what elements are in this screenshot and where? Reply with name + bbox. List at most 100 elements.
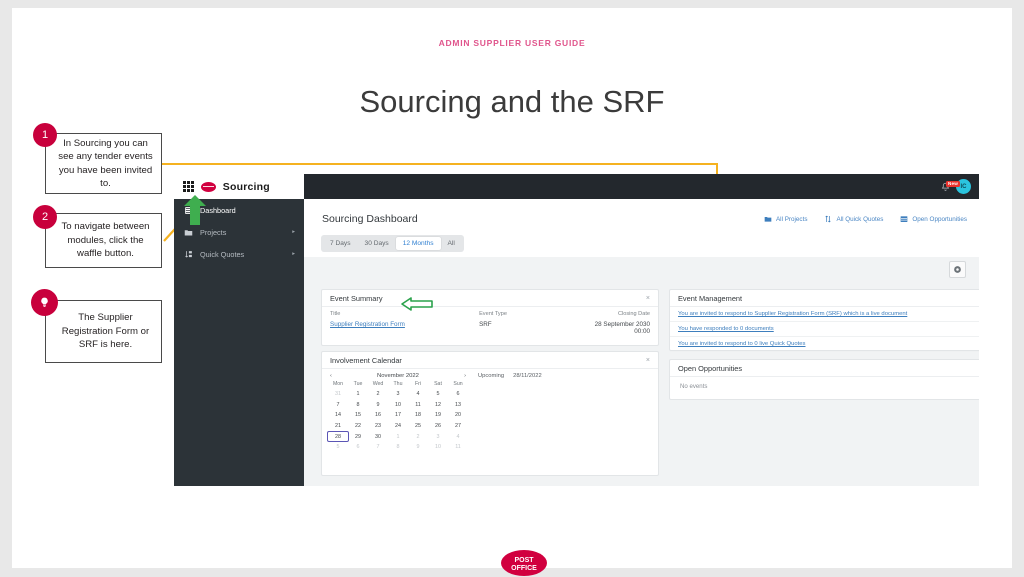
bell-icon[interactable]: New xyxy=(941,180,961,192)
calendar-day[interactable]: 10 xyxy=(388,401,408,410)
column-header-event-type: Event Type xyxy=(479,311,507,317)
calendar-day[interactable]: 8 xyxy=(388,443,408,452)
calendar-day[interactable]: 12 xyxy=(428,401,448,410)
calendar-day[interactable]: 27 xyxy=(448,422,468,431)
highlight-arrow-up-icon xyxy=(184,195,206,225)
calendar-day[interactable]: 17 xyxy=(388,411,408,420)
calendar-day[interactable]: 31 xyxy=(328,390,348,399)
calendar-next-button[interactable]: › xyxy=(464,373,466,379)
close-icon[interactable]: × xyxy=(646,295,650,302)
table-header-row: Title Event Type Closing Date xyxy=(322,307,658,319)
calendar-day[interactable]: 3 xyxy=(428,432,448,441)
calendar-day[interactable]: 1 xyxy=(348,390,368,399)
calendar-prev-button[interactable]: ‹ xyxy=(330,373,332,379)
calendar-day[interactable]: 2 xyxy=(368,390,388,399)
calendar-day-name: Tue xyxy=(353,381,363,387)
callout-box-1: In Sourcing you can see any tender event… xyxy=(45,133,162,194)
calendar-day[interactable]: 18 xyxy=(408,411,428,420)
calendar-day[interactable]: 2 xyxy=(408,432,428,441)
calendar-day-selected[interactable]: 28 xyxy=(327,431,349,442)
calendar-day[interactable]: 14 xyxy=(328,411,348,420)
list-item: You are invited to respond to Supplier R… xyxy=(670,307,979,322)
calendar-day[interactable]: 19 xyxy=(428,411,448,420)
waffle-icon[interactable] xyxy=(183,181,194,192)
calendar-month-label: November 2022 xyxy=(377,373,419,379)
event-type-value: SRF xyxy=(479,321,492,328)
close-icon[interactable]: × xyxy=(646,357,650,364)
calendar-day[interactable]: 13 xyxy=(448,401,468,410)
calendar-day[interactable]: 23 xyxy=(368,422,388,431)
calendar-day[interactable]: 21 xyxy=(328,422,348,431)
calendar-day-name: Fri xyxy=(414,381,422,387)
calendar-day[interactable]: 1 xyxy=(388,432,408,441)
calendar-day[interactable]: 5 xyxy=(428,390,448,399)
sidebar-item-quick-quotes[interactable]: Quick Quotes ▸ xyxy=(174,243,304,265)
upcoming-date: 28/11/2022 xyxy=(513,373,542,379)
calendar-day-name: Thu xyxy=(393,381,403,387)
svg-text:OFFICE: OFFICE xyxy=(511,565,537,572)
link-all-projects[interactable]: All Projects xyxy=(764,215,807,223)
card-header: Event Summary × xyxy=(322,290,658,307)
calendar-day[interactable]: 29 xyxy=(348,432,368,441)
sidebar-item-label: Projects xyxy=(200,227,227,237)
event-management-link[interactable]: You are invited to respond to 0 live Qui… xyxy=(678,341,806,347)
calendar-day[interactable]: 10 xyxy=(428,443,448,452)
dashboard-title: Sourcing Dashboard xyxy=(322,213,418,225)
app-content: Sourcing Dashboard 7 Days 30 Days 12 Mon… xyxy=(304,199,979,486)
calendar-day[interactable]: 15 xyxy=(348,411,368,420)
calendar-day[interactable]: 20 xyxy=(448,411,468,420)
gear-icon[interactable] xyxy=(949,261,966,278)
folder-icon xyxy=(764,215,772,223)
calendar-day[interactable]: 3 xyxy=(388,390,408,399)
list-item: You have responded to 0 documents xyxy=(670,322,979,337)
calendar-day[interactable]: 30 xyxy=(368,432,388,441)
upcoming-label: Upcoming xyxy=(478,373,505,379)
range-filter-7-days[interactable]: 7 Days xyxy=(323,237,358,250)
closing-date-value: 28 September 2030 00:00 xyxy=(594,321,650,335)
range-filter-all[interactable]: All xyxy=(441,237,462,250)
calendar-day[interactable]: 11 xyxy=(448,443,468,452)
calendar-day[interactable]: 8 xyxy=(348,401,368,410)
chevron-right-icon: ▸ xyxy=(292,251,295,257)
brand-label: Sourcing xyxy=(222,180,270,193)
link-open-opportunities[interactable]: Open Opportunities xyxy=(900,215,967,223)
application-screenshot: Sourcing New IC Dashboard Projects ▸ Qui… xyxy=(174,174,979,486)
calendar-upcoming: Upcoming 28/11/2022 xyxy=(468,373,542,452)
calendar-day[interactable]: 7 xyxy=(328,401,348,410)
link-all-quick-quotes[interactable]: All Quick Quotes xyxy=(824,215,883,223)
calendar-day[interactable]: 7 xyxy=(368,443,388,452)
calendar-day[interactable]: 4 xyxy=(408,390,428,399)
card-event-summary: Event Summary × Title Event Type Closing… xyxy=(321,289,659,346)
link-label: Open Opportunities xyxy=(912,215,967,223)
svg-text:POST: POST xyxy=(514,557,534,564)
calendar-day-name: Sat xyxy=(434,381,442,387)
calendar-day[interactable]: 16 xyxy=(368,411,388,420)
calendar-day[interactable]: 26 xyxy=(428,422,448,431)
calendar-day[interactable]: 6 xyxy=(448,390,468,399)
event-management-link[interactable]: You are invited to respond to Supplier R… xyxy=(678,311,907,317)
sort-arrows-icon xyxy=(824,215,832,223)
slide-canvas: ADMIN SUPPLIER USER GUIDE Sourcing and t… xyxy=(12,8,1012,576)
calendar-day[interactable]: 25 xyxy=(408,422,428,431)
calendar-day[interactable]: 24 xyxy=(388,422,408,431)
calendar-nav: ‹ November 2022 › xyxy=(328,373,468,381)
event-management-link[interactable]: You have responded to 0 documents xyxy=(678,326,774,332)
card-title: Event Summary xyxy=(330,293,383,303)
calendar-day[interactable]: 9 xyxy=(408,443,428,452)
highlight-arrow-left-icon xyxy=(401,297,433,311)
calendar-day[interactable]: 11 xyxy=(408,401,428,410)
range-filter-30-days[interactable]: 30 Days xyxy=(358,237,396,250)
range-filter-12-months[interactable]: 12 Months xyxy=(395,237,441,250)
card-title: Event Management xyxy=(678,293,743,303)
card-header: Involvement Calendar × xyxy=(322,352,658,369)
calendar-day[interactable]: 22 xyxy=(348,422,368,431)
list-item: You are invited to respond to 0 live Qui… xyxy=(670,337,979,352)
event-title-link[interactable]: Supplier Registration Form xyxy=(330,321,479,335)
card-involvement-calendar: Involvement Calendar × ‹ November 2022 ›… xyxy=(321,351,659,476)
calendar-day[interactable]: 6 xyxy=(348,443,368,452)
calendar-day[interactable]: 4 xyxy=(448,432,468,441)
calendar-day-name: Mon xyxy=(332,381,344,387)
calendar-day[interactable]: 9 xyxy=(368,401,388,410)
callout-2-text: To navigate between modules, click the w… xyxy=(61,221,150,260)
calendar-day[interactable]: 5 xyxy=(328,443,348,452)
